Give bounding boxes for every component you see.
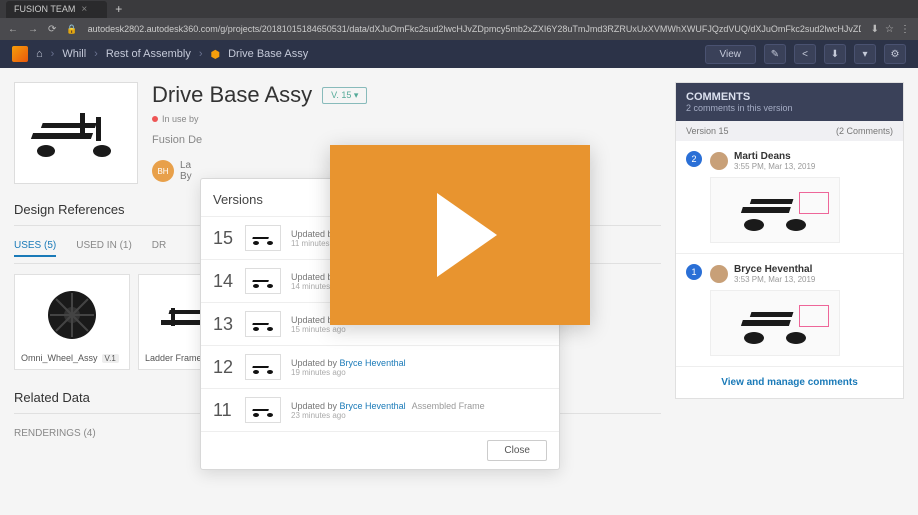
version-thumbnail bbox=[245, 354, 281, 380]
forward-icon[interactable]: → bbox=[28, 24, 38, 35]
version-thumbnail bbox=[245, 268, 281, 294]
author-line2: By bbox=[180, 171, 192, 182]
annotation-box bbox=[799, 192, 829, 214]
tab-renderings[interactable]: RENDERINGS (4) bbox=[14, 428, 96, 443]
ref-card[interactable]: Omni_Wheel_Assy V.1 bbox=[14, 274, 130, 370]
comments-version-label: Version 15 bbox=[686, 126, 729, 136]
chevron-down-icon[interactable]: ▾ bbox=[854, 44, 876, 64]
version-thumbnail bbox=[245, 311, 281, 337]
comment-number-badge: 1 bbox=[686, 264, 702, 280]
popover-title: Versions bbox=[213, 192, 263, 207]
version-number: 12 bbox=[213, 357, 235, 378]
version-row[interactable]: 12 Updated by Bryce Heventhal 19 minutes… bbox=[201, 345, 559, 388]
pencil-icon[interactable]: ✎ bbox=[764, 44, 786, 64]
version-number: 15 bbox=[213, 228, 235, 249]
reload-icon[interactable]: ⟳ bbox=[48, 24, 56, 35]
breadcrumb-item[interactable]: Whill bbox=[62, 48, 86, 60]
close-icon[interactable]: × bbox=[81, 4, 87, 15]
version-row[interactable]: 11 Updated by Bryce HeventhalAssembled F… bbox=[201, 388, 559, 431]
version-dropdown[interactable]: V. 15 ▾ bbox=[322, 87, 367, 104]
version-number: 14 bbox=[213, 271, 235, 292]
annotation-box bbox=[799, 305, 829, 327]
lock-icon: 🔒 bbox=[66, 24, 77, 35]
version-info: Updated by Bryce HeventhalAssembled Fram… bbox=[291, 401, 547, 420]
comment-author: Marti Deans bbox=[734, 151, 815, 162]
page-title: Drive Base Assy bbox=[152, 82, 312, 108]
comments-heading: COMMENTS bbox=[686, 91, 893, 103]
close-button[interactable]: Close bbox=[487, 440, 547, 461]
assembly-icon: ⬢ bbox=[211, 48, 221, 61]
home-icon[interactable]: ⌂ bbox=[36, 48, 43, 60]
view-comments-link[interactable]: View and manage comments bbox=[676, 367, 903, 398]
app-logo[interactable] bbox=[12, 46, 28, 62]
share-icon[interactable]: < bbox=[794, 44, 816, 64]
author-line1: La bbox=[180, 160, 192, 171]
comments-header: COMMENTS 2 comments in this version bbox=[676, 83, 903, 121]
browser-tab[interactable]: FUSION TEAM × bbox=[6, 1, 107, 18]
video-play-button[interactable] bbox=[330, 145, 590, 325]
comments-count: (2 Comments) bbox=[836, 126, 893, 136]
chevron-right-icon: › bbox=[199, 48, 203, 60]
version-thumbnail bbox=[245, 225, 281, 251]
status-dot bbox=[152, 116, 158, 122]
app-header: ⌂ › Whill › Rest of Assembly › ⬢ Drive B… bbox=[0, 40, 918, 68]
card-version: V.1 bbox=[102, 354, 119, 363]
tab-uses[interactable]: USES (5) bbox=[14, 240, 56, 257]
comment-number-badge: 2 bbox=[686, 151, 702, 167]
comments-panel: COMMENTS 2 comments in this version Vers… bbox=[675, 82, 904, 399]
browser-nav-bar: ← → ⟳ 🔒 autodesk2802.autodesk360.com/g/p… bbox=[0, 18, 918, 40]
comment-item[interactable]: 2 Marti Deans 3:55 PM, Mar 13, 2019 bbox=[676, 141, 903, 254]
author-avatar[interactable]: BH bbox=[152, 160, 174, 182]
chevron-right-icon: › bbox=[94, 48, 98, 60]
gear-icon[interactable]: ⚙ bbox=[884, 44, 906, 64]
comment-timestamp: 3:55 PM, Mar 13, 2019 bbox=[734, 162, 815, 171]
user-avatar bbox=[710, 152, 728, 170]
tab-used-in[interactable]: USED IN (1) bbox=[76, 240, 132, 257]
comment-author: Bryce Heventhal bbox=[734, 264, 815, 275]
play-icon bbox=[437, 193, 497, 277]
right-column: COMMENTS 2 comments in this version Vers… bbox=[675, 68, 918, 515]
version-number: 13 bbox=[213, 314, 235, 335]
user-avatar bbox=[710, 265, 728, 283]
url-bar[interactable]: autodesk2802.autodesk360.com/g/projects/… bbox=[88, 24, 861, 34]
card-name: Omni_Wheel_Assy bbox=[21, 353, 98, 363]
download-icon[interactable]: ⬇ bbox=[871, 24, 879, 35]
chevron-right-icon: › bbox=[51, 48, 55, 60]
view-button[interactable]: View bbox=[705, 45, 757, 64]
item-thumbnail[interactable] bbox=[14, 82, 138, 184]
breadcrumb-item[interactable]: Drive Base Assy bbox=[228, 48, 308, 60]
breadcrumb-item[interactable]: Rest of Assembly bbox=[106, 48, 191, 60]
version-info: Updated by Bryce Heventhal 19 minutes ag… bbox=[291, 358, 547, 377]
back-icon[interactable]: ← bbox=[8, 24, 18, 35]
version-thumbnail bbox=[245, 397, 281, 423]
comments-version-bar: Version 15 (2 Comments) bbox=[676, 121, 903, 141]
comments-subheading: 2 comments in this version bbox=[686, 103, 893, 113]
tab-title: FUSION TEAM bbox=[14, 4, 75, 14]
comment-snapshot[interactable] bbox=[710, 290, 840, 356]
comment-timestamp: 3:53 PM, Mar 13, 2019 bbox=[734, 275, 815, 284]
star-icon[interactable]: ☆ bbox=[885, 24, 894, 35]
in-use-label: In use by bbox=[162, 114, 199, 124]
menu-icon[interactable]: ⋮ bbox=[900, 24, 910, 35]
comment-item[interactable]: 1 Bryce Heventhal 3:53 PM, Mar 13, 2019 bbox=[676, 254, 903, 367]
new-tab-button[interactable]: + bbox=[115, 2, 122, 16]
version-number: 11 bbox=[213, 400, 235, 421]
comment-snapshot[interactable] bbox=[710, 177, 840, 243]
browser-tab-bar: FUSION TEAM × + bbox=[0, 0, 918, 18]
tab-drawings[interactable]: DR bbox=[152, 240, 166, 257]
download-icon[interactable]: ⬇ bbox=[824, 44, 846, 64]
